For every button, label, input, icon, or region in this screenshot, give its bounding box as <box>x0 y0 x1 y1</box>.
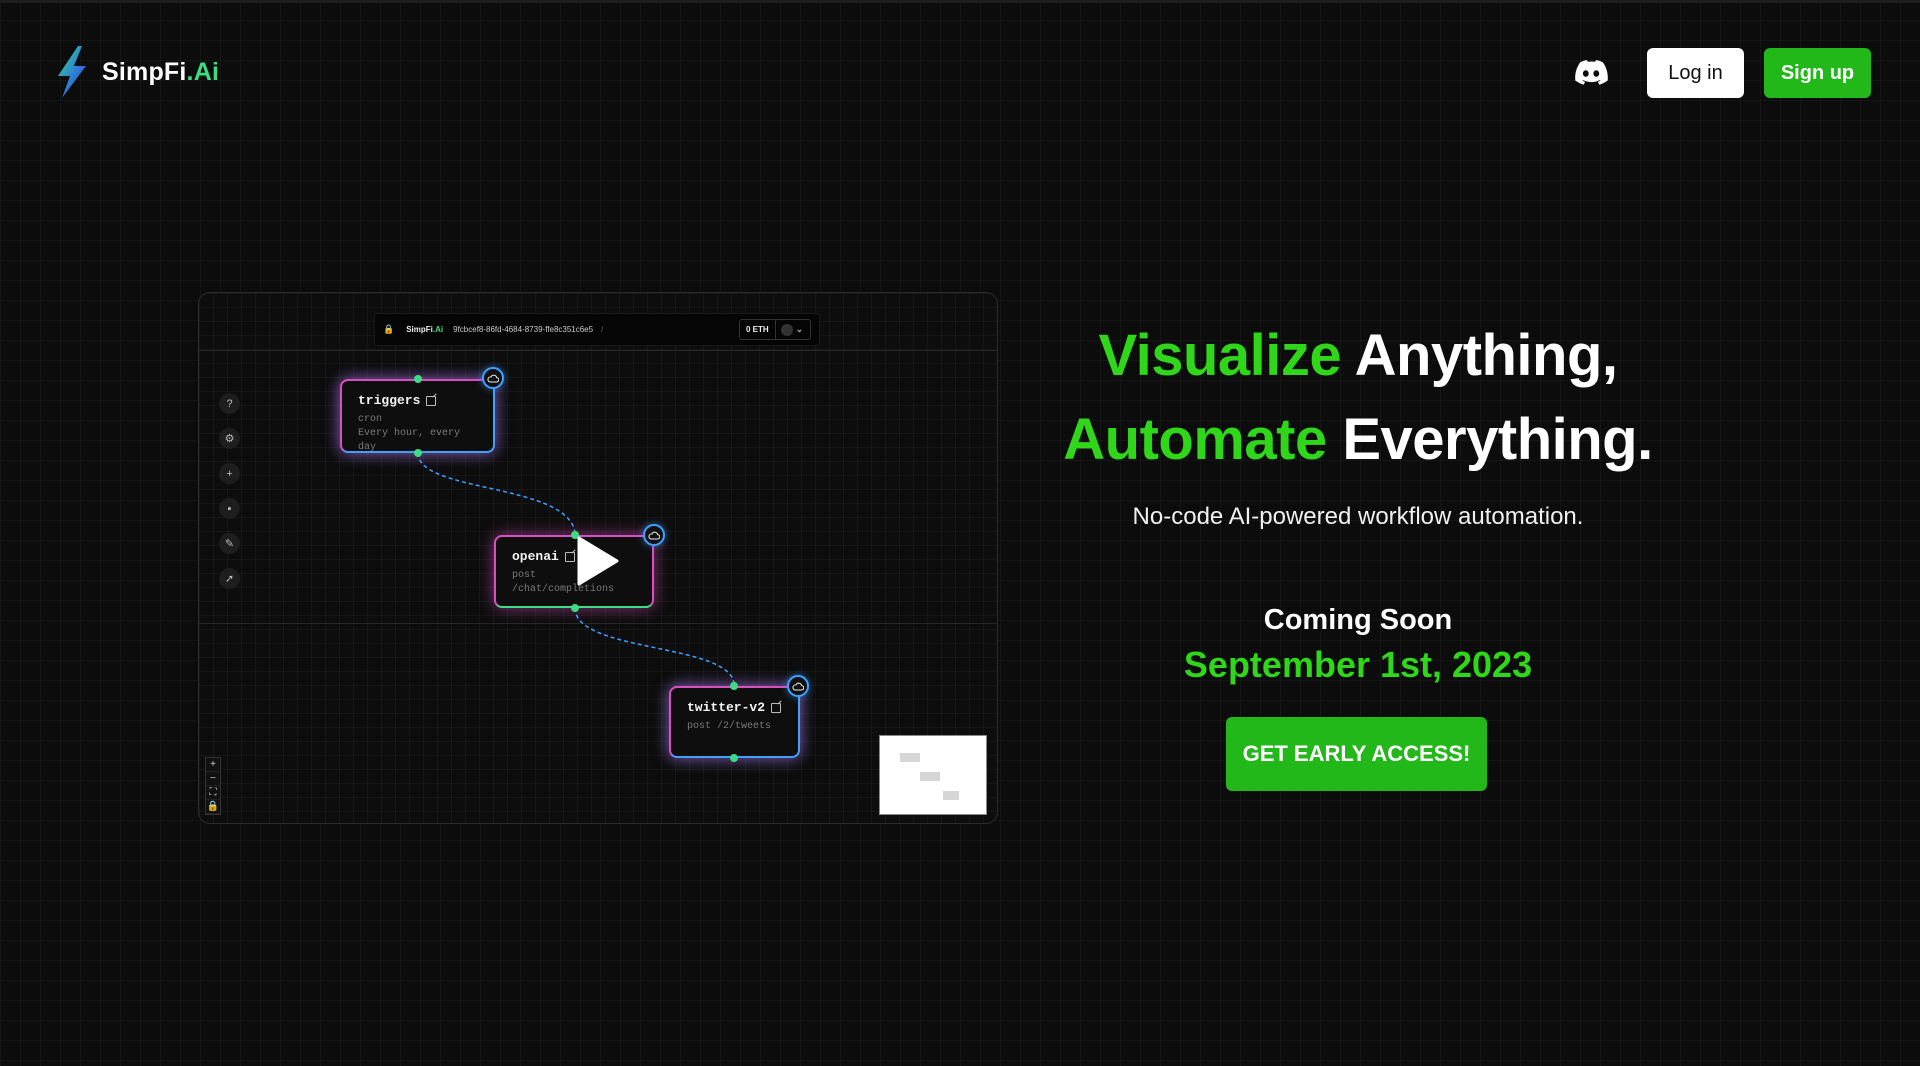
node-title: openai <box>512 549 559 564</box>
node-detail: post /2/tweets <box>687 721 772 732</box>
early-access-button[interactable]: GET EARLY ACCESS! <box>1226 717 1487 791</box>
login-button[interactable]: Log in <box>1647 48 1744 98</box>
node-triggers: triggers cron Every hour, every day <box>340 379 495 453</box>
play-icon[interactable] <box>575 535 619 587</box>
node-handle <box>730 754 738 762</box>
headline-accent: Visualize <box>1098 323 1342 388</box>
discord-icon[interactable] <box>1574 60 1608 86</box>
hero-headline-1: Visualize Anything, <box>908 322 1808 389</box>
launch-date: September 1st, 2023 <box>1183 644 1533 685</box>
minimap <box>879 735 987 815</box>
zoom-out-icon: − <box>206 772 220 786</box>
logo[interactable]: SimpFi.Ai <box>52 46 219 98</box>
logo-brand: SimpFi <box>102 57 187 86</box>
headline-accent: Automate <box>1063 407 1327 472</box>
cloud-icon <box>482 367 504 389</box>
coming-soon-label: Coming Soon <box>1263 604 1453 636</box>
signup-button[interactable]: Sign up <box>1764 48 1871 98</box>
edit-icon <box>426 395 437 406</box>
headline-rest: Everything. <box>1326 407 1653 472</box>
minimap-node <box>920 772 940 781</box>
node-title: triggers <box>358 393 421 408</box>
node-handle <box>414 449 422 457</box>
edit-icon <box>771 702 782 713</box>
cloud-icon <box>787 675 809 697</box>
logo-accent: .Ai <box>186 57 220 86</box>
node-handle <box>730 682 738 690</box>
workflow-video-preview[interactable]: 🔒 SimpFi.Ai 9fcbcef8-86fd-4684-8739-ffe8… <box>198 292 998 824</box>
hero-headline-2: Automate Everything. <box>908 406 1808 473</box>
minimap-node <box>943 791 959 800</box>
zoom-in-icon: + <box>206 758 220 772</box>
tagline: No-code AI-powered workflow automation. <box>1132 503 1584 530</box>
lightning-bolt-icon <box>58 46 86 98</box>
node-title: twitter-v2 <box>687 700 766 715</box>
minimap-node <box>900 753 920 762</box>
cloud-icon <box>643 524 665 546</box>
node-handle <box>571 604 579 612</box>
logo-text: SimpFi.Ai <box>102 58 219 87</box>
headline-rest: Anything, <box>1341 323 1618 388</box>
top-border <box>0 0 1920 3</box>
node-detail: cron <box>358 414 383 425</box>
node-twitter-v2: twitter-v2 post /2/tweets <box>669 686 800 758</box>
zoom-controls: + − ⛶ 🔒 <box>205 757 221 815</box>
fit-view-icon: ⛶ <box>206 786 220 800</box>
lock-icon: 🔒 <box>206 801 220 814</box>
node-handle <box>414 375 422 383</box>
edit-icon <box>564 551 575 562</box>
node-openai: openai post /chat/completions <box>494 535 654 608</box>
